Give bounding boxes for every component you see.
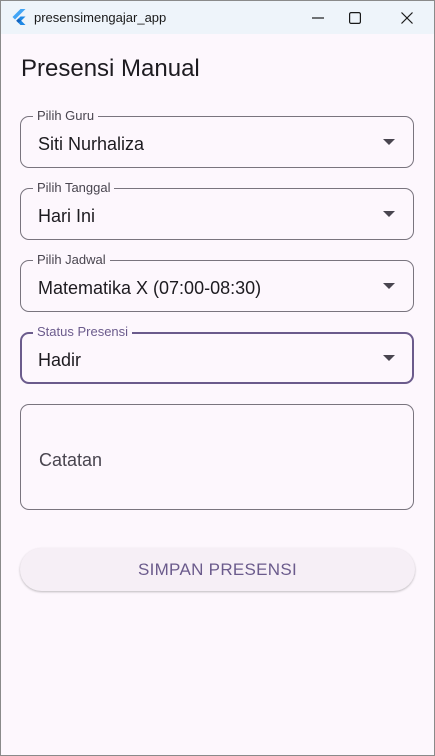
guru-dropdown-value: Siti Nurhaliza — [38, 134, 145, 154]
status-presensi-dropdown-label: Status Presensi — [33, 324, 133, 340]
maximize-button[interactable] — [332, 1, 378, 34]
app-window: presensimengajar_app Presensi Manual Pil… — [0, 0, 435, 756]
page-title: Presensi Manual — [21, 55, 200, 82]
guru-dropdown-label: Pilih Guru — [33, 108, 99, 124]
window-title: presensimengajar_app — [34, 10, 167, 25]
dropdown-arrow-icon — [383, 283, 395, 289]
flutter-logo-icon — [10, 8, 28, 26]
dropdown-arrow-icon — [383, 211, 395, 217]
guru-dropdown[interactable]: Pilih Guru Siti Nurhaliza — [20, 108, 414, 168]
simpan-presensi-button[interactable]: SIMPAN PRESENSI — [20, 548, 415, 591]
tanggal-dropdown[interactable]: Pilih Tanggal Hari Ini — [20, 180, 414, 240]
tanggal-dropdown-label: Pilih Tanggal — [33, 180, 115, 196]
dropdown-arrow-icon — [383, 139, 395, 145]
dropdown-arrow-icon — [383, 355, 395, 361]
jadwal-dropdown-label: Pilih Jadwal — [33, 252, 110, 268]
close-icon — [401, 12, 413, 24]
catatan-textarea[interactable] — [20, 404, 414, 510]
maximize-icon — [349, 12, 361, 24]
status-presensi-dropdown[interactable]: Status Presensi Hadir — [20, 324, 414, 384]
title-bar[interactable]: presensimengajar_app — [1, 1, 434, 34]
jadwal-dropdown-value: Matematika X (07:00-08:30) — [38, 278, 262, 298]
minimize-icon — [312, 17, 324, 19]
status-presensi-dropdown-value: Hadir — [38, 350, 82, 370]
tanggal-dropdown-value: Hari Ini — [38, 206, 96, 226]
jadwal-dropdown[interactable]: Pilih Jadwal Matematika X (07:00-08:30) — [20, 252, 414, 312]
close-button[interactable] — [384, 1, 430, 34]
